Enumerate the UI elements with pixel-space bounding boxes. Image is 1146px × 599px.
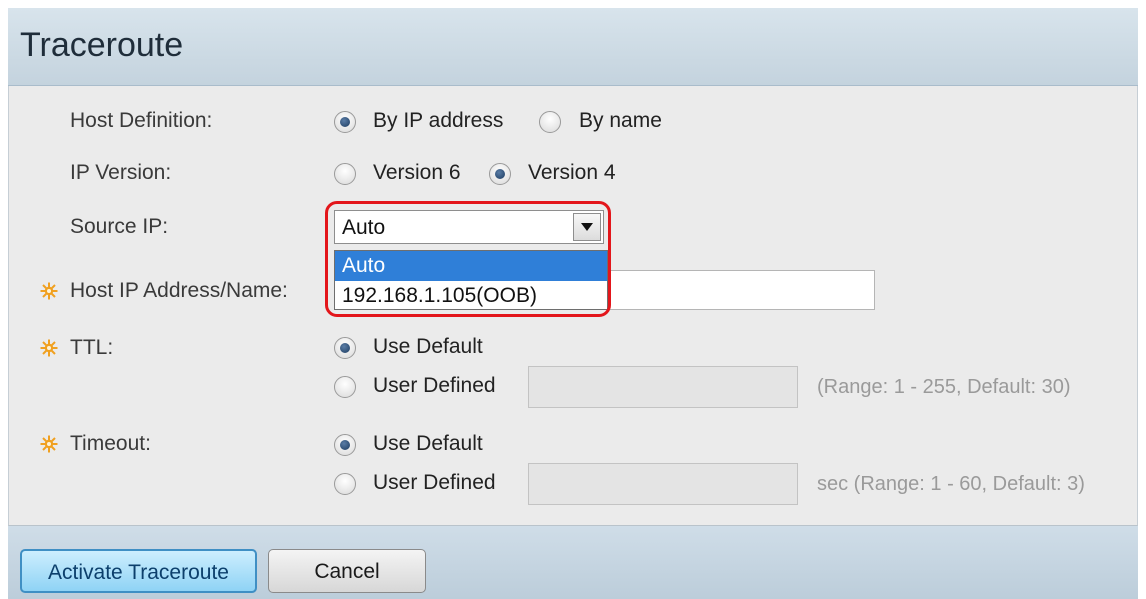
host-definition-by-name-radio[interactable] — [539, 111, 561, 133]
timeout-user-defined-radio[interactable] — [334, 473, 356, 495]
ttl-user-defined-radio[interactable] — [334, 376, 356, 398]
page-title: Traceroute — [20, 26, 184, 64]
host-definition-label: Host Definition: — [70, 109, 213, 132]
ttl-value-input[interactable] — [528, 366, 798, 408]
required-star-icon — [40, 339, 58, 357]
ttl-use-default-label[interactable]: Use Default — [373, 335, 483, 359]
cancel-button[interactable]: Cancel — [268, 549, 426, 593]
source-ip-dropdown-list: Auto 192.168.1.105(OOB) — [334, 250, 608, 310]
host-definition-by-ip-radio[interactable] — [334, 111, 356, 133]
ip-version-6-radio[interactable] — [334, 163, 356, 185]
activate-traceroute-button[interactable]: Activate Traceroute — [20, 549, 257, 593]
chevron-down-icon — [581, 223, 593, 231]
host-definition-by-ip-label[interactable]: By IP address — [373, 109, 503, 133]
timeout-use-default-label[interactable]: Use Default — [373, 432, 483, 456]
source-ip-label: Source IP: — [70, 215, 169, 238]
timeout-value-input[interactable] — [528, 463, 798, 505]
source-ip-select[interactable]: Auto — [334, 210, 604, 244]
ttl-use-default-radio[interactable] — [334, 337, 356, 359]
page-header: Traceroute — [8, 8, 1138, 86]
timeout-range-hint: sec (Range: 1 - 60, Default: 3) — [817, 473, 1085, 495]
source-ip-selected-value: Auto — [342, 216, 386, 239]
required-star-icon — [40, 435, 58, 453]
timeout-label: Timeout: — [70, 432, 151, 455]
ttl-user-defined-label[interactable]: User Defined — [373, 374, 496, 398]
source-ip-option-auto[interactable]: Auto — [335, 251, 607, 281]
ip-version-4-radio[interactable] — [489, 163, 511, 185]
ip-version-label: IP Version: — [70, 161, 172, 184]
ip-version-6-label[interactable]: Version 6 — [373, 161, 461, 185]
source-ip-option-oob[interactable]: 192.168.1.105(OOB) — [335, 281, 607, 311]
required-star-icon — [40, 282, 58, 300]
ttl-label: TTL: — [70, 336, 114, 359]
host-address-label: Host IP Address/Name: — [70, 279, 288, 302]
select-dropdown-button[interactable] — [573, 213, 601, 241]
ttl-range-hint: (Range: 1 - 255, Default: 30) — [817, 376, 1071, 398]
traceroute-page: Traceroute Host Definition: By IP addres… — [0, 0, 1146, 599]
timeout-user-defined-label[interactable]: User Defined — [373, 471, 496, 495]
host-definition-by-name-label[interactable]: By name — [579, 109, 662, 133]
timeout-use-default-radio[interactable] — [334, 434, 356, 456]
ip-version-4-label[interactable]: Version 4 — [528, 161, 616, 185]
